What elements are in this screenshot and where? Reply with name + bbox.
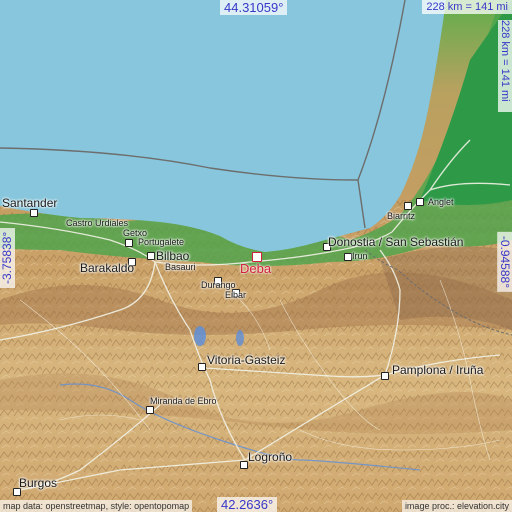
city-marker [240, 461, 248, 469]
city-label-donostia[interactable]: Donostia / San Sebastián [328, 235, 463, 249]
city-label-vitoria-gasteiz[interactable]: Vitoria-Gasteiz [207, 353, 285, 367]
city-label-castro-urdiales[interactable]: Castro Urdiales [66, 218, 128, 228]
city-label-logrono[interactable]: Logroño [248, 450, 292, 464]
map-attribution: map data: openstreetmap, style: opentopo… [0, 500, 193, 512]
city-marker [146, 406, 154, 414]
city-label-burgos[interactable]: Burgos [19, 476, 57, 490]
city-label-irun[interactable]: Irun [352, 251, 368, 261]
city-label-bilbao[interactable]: Bilbao [156, 249, 189, 263]
city-label-anglet[interactable]: Anglet [428, 197, 454, 207]
city-label-miranda-de-ebro[interactable]: Miranda de Ebro [150, 396, 217, 406]
city-label-barakaldo[interactable]: Barakaldo [80, 261, 134, 275]
city-label-pamplona[interactable]: Pamplona / Iruña [392, 363, 483, 377]
city-marker [147, 252, 155, 260]
city-label-basauri[interactable]: Basauri [165, 262, 196, 272]
horizontal-scale: 228 km = 141 mi [422, 0, 512, 14]
city-marker [198, 363, 206, 371]
vertical-scale-label: 228 km = 141 mi [499, 20, 511, 102]
bay-of-biscay [0, 0, 446, 252]
city-label-santander[interactable]: Santander [2, 196, 57, 210]
city-label-eibar[interactable]: Eibar [225, 290, 246, 300]
city-marker [125, 239, 133, 247]
city-marker [381, 372, 389, 380]
image-attribution: image proc.: elevation.city [401, 500, 512, 512]
city-marker [416, 198, 424, 206]
city-marker [344, 253, 352, 261]
reservoir [236, 330, 244, 346]
north-coordinate: 44.31059° [220, 0, 288, 15]
city-label-biarritz[interactable]: Biarritz [387, 211, 415, 221]
city-label-durango[interactable]: Durango [201, 280, 236, 290]
city-marker [30, 209, 38, 217]
west-coordinate: -3.75838° [0, 227, 15, 288]
east-coordinate: -0.94588° [497, 231, 512, 292]
vertical-scale: 228 km = 141 mi [498, 20, 512, 112]
reservoir [194, 326, 206, 346]
city-marker [404, 202, 412, 210]
highlight-label-deba[interactable]: Deba [240, 261, 271, 276]
south-coordinate: 42.2636° [217, 497, 278, 512]
city-label-portugalete[interactable]: Portugalete [138, 237, 184, 247]
